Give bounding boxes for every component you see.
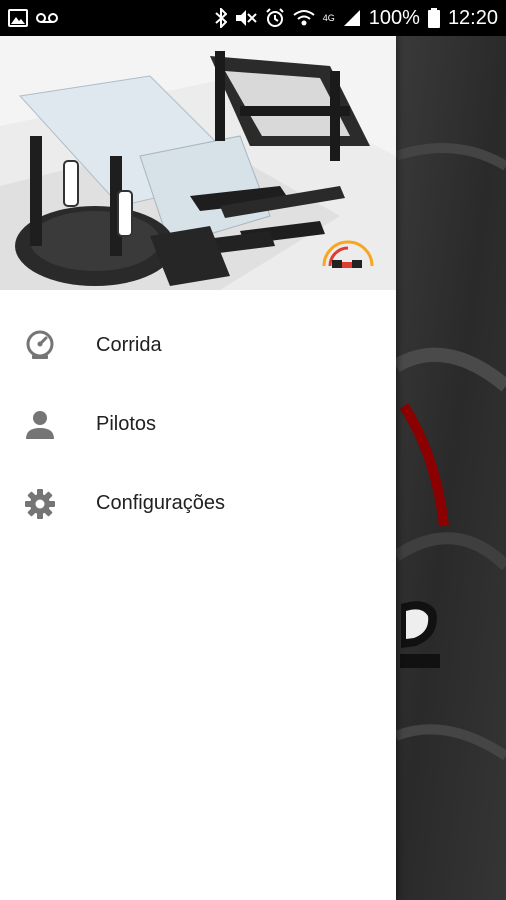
battery-icon	[427, 8, 440, 28]
drawer-header-image	[0, 36, 396, 290]
menu-item-label: Corrida	[96, 334, 162, 356]
speedometer-icon	[24, 330, 56, 362]
menu-item-label: Configurações	[96, 492, 225, 514]
menu-item-label: Pilotos	[96, 413, 157, 435]
status-right-icons: 4G 100% 12:20	[215, 7, 498, 30]
menu-item-pilotos[interactable]: Pilotos	[0, 385, 396, 464]
image-icon	[8, 9, 28, 27]
person-icon	[24, 409, 56, 441]
status-bar: 4G 100% 12:20	[0, 0, 506, 36]
menu-item-corrida[interactable]: Corrida	[0, 306, 396, 385]
alarm-icon	[265, 8, 285, 28]
bluetooth-icon	[215, 8, 227, 28]
background-app-content	[396, 36, 506, 900]
navigation-drawer: Corrida Pilotos Configurações	[0, 36, 396, 900]
voicemail-icon	[36, 11, 58, 25]
signal-icon	[343, 9, 361, 27]
battery-percent: 100%	[368, 6, 420, 29]
status-left-icons	[8, 9, 58, 27]
mute-icon	[235, 9, 257, 27]
drawer-menu: Corrida Pilotos Configurações	[0, 290, 396, 543]
wifi-icon	[293, 9, 315, 27]
gear-icon	[24, 488, 56, 520]
network-type-label: 4G	[322, 13, 335, 23]
clock-time: 12:20	[447, 6, 498, 29]
menu-item-configuracoes[interactable]: Configurações	[0, 464, 396, 543]
